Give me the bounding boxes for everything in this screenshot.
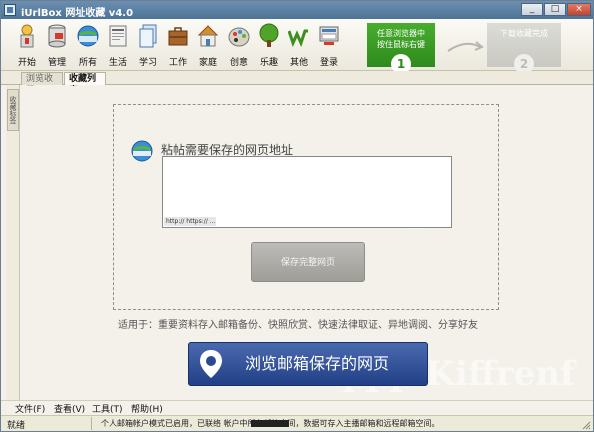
- toolbar-other-button[interactable]: 其他: [285, 21, 313, 68]
- save-full-page-button[interactable]: 保存完整网页: [251, 242, 365, 282]
- url-placeholder-hint: http:// https:// ...: [164, 217, 216, 226]
- usage-description: 适用于：重要资料存入邮箱备份、快照欣赏、快速法律取证、异地调阅、分享好友: [118, 320, 478, 331]
- palette-icon: [228, 27, 250, 47]
- arrow-right-icon: [447, 41, 484, 52]
- menu-file[interactable]: 文件(F): [15, 402, 45, 415]
- toolbar-login-button[interactable]: 登录: [315, 21, 343, 68]
- login-icon: [319, 26, 339, 45]
- start-icon: [20, 24, 34, 48]
- tree-icon: [259, 23, 279, 47]
- browse-button-label: 浏览邮箱保存的网页: [245, 354, 390, 373]
- menu-bar: 文件(F) 查看(V) 工具(T) 帮助(H): [1, 400, 593, 415]
- database-icon: [48, 24, 66, 48]
- status-message: 个人邮箱帐户模式已启用，已联络 帐户中所有邮箱空间，数据可存入主播邮箱和远程邮箱…: [101, 419, 440, 428]
- toolbar-label: 登录: [319, 58, 338, 68]
- document-icon: [139, 24, 157, 48]
- location-pin-icon: [200, 350, 222, 378]
- main-toolbar: 开始 管理 所有 生活 学习 工作 家庭 创意 乐趣 其他 登录 任意浏览器中 …: [1, 19, 593, 74]
- menu-help[interactable]: 帮助(H): [131, 402, 163, 415]
- app-window: iUrlBox 网址收藏 v4.0 _ □ × 开始 管理 所有 生活 学习 工…: [0, 0, 594, 432]
- w-logo-icon: [288, 29, 308, 48]
- www-globe-icon: [77, 25, 99, 47]
- side-panel-strip: 收藏标签: [6, 85, 20, 401]
- toolbar-all-button[interactable]: 所有: [74, 21, 102, 68]
- toolbar-home-button[interactable]: 家庭: [194, 21, 222, 68]
- toolbar-manage-button[interactable]: 管理: [43, 21, 71, 68]
- status-ready: 就绪: [7, 421, 26, 431]
- house-icon: [197, 25, 219, 47]
- window-title: iUrlBox 网址收藏 v4.0: [21, 8, 134, 19]
- step-1-hint: 任意浏览器中 按住鼠标右键 1: [367, 23, 435, 74]
- status-divider: [91, 417, 92, 430]
- toolbar-creative-button[interactable]: 创意: [225, 21, 253, 68]
- resize-grip-icon[interactable]: [581, 420, 591, 430]
- step-2-hint: 下载收藏完成 2: [487, 23, 561, 74]
- menu-tools[interactable]: 工具(T): [92, 402, 123, 415]
- side-panel-toggle[interactable]: 收藏标签: [7, 89, 19, 131]
- toolbar-life-button[interactable]: 生活: [104, 21, 132, 68]
- tab-bar: 浏览收藏 收藏列表: [1, 71, 593, 96]
- browse-mailbox-pages-button[interactable]: 浏览邮箱保存的网页: [188, 342, 428, 386]
- tab-favorites-list[interactable]: 收藏列表: [64, 72, 106, 96]
- www-globe-icon: [131, 140, 153, 162]
- step-2-text-line1: 下载收藏完成: [500, 29, 548, 38]
- redacted-account-block: [251, 420, 289, 427]
- toolbar-start-button[interactable]: 开始: [13, 21, 41, 68]
- close-button[interactable]: ×: [567, 3, 591, 16]
- step-1-text-line2: 按住鼠标右键: [377, 40, 425, 49]
- main-panel: 粘帖需要保存的网页地址 http:// https:// ... 保存完整网页 …: [21, 86, 591, 399]
- briefcase-icon: [168, 27, 188, 46]
- newspaper-icon: [109, 25, 127, 47]
- maximize-button[interactable]: □: [544, 3, 566, 16]
- toolbar-study-button[interactable]: 学习: [134, 21, 162, 68]
- toolbar-fun-button[interactable]: 乐趣: [255, 21, 283, 68]
- step-1-text-line1: 任意浏览器中: [377, 29, 425, 38]
- status-bar: 就绪 个人邮箱帐户模式已启用，已联络 帐户中所有邮箱空间，数据可存入主播邮箱和远…: [1, 415, 593, 431]
- minimize-button[interactable]: _: [521, 3, 543, 16]
- tab-browse-favorites[interactable]: 浏览收藏: [21, 72, 63, 96]
- url-textarea[interactable]: http:// https:// ...: [162, 156, 452, 228]
- toolbar-work-button[interactable]: 工作: [164, 21, 192, 68]
- title-bar[interactable]: iUrlBox 网址收藏 v4.0 _ □ ×: [1, 1, 593, 19]
- menu-view[interactable]: 查看(V): [54, 402, 85, 415]
- app-logo-icon: [4, 4, 16, 16]
